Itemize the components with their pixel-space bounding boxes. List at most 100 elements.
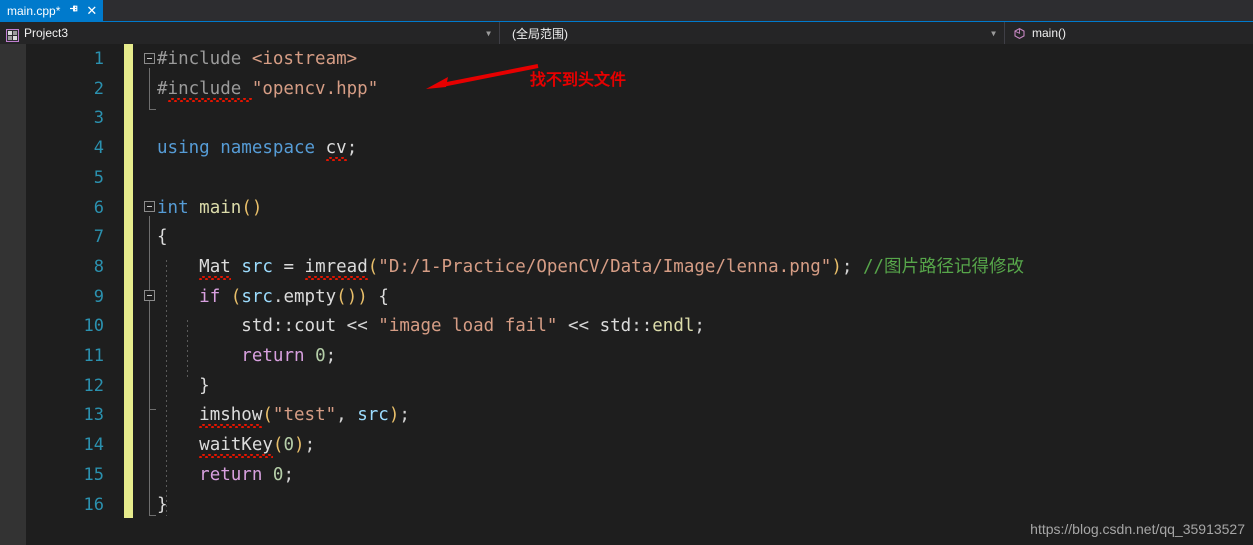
line-number: 14: [83, 435, 104, 456]
fold-bracket-line-if: [149, 305, 150, 410]
code-token: "image load fail": [378, 316, 558, 337]
code-token: <iostream>: [251, 49, 358, 69]
line-number-row: 6: [26, 194, 118, 224]
chevron-down-icon[interactable]: ▼: [991, 22, 996, 44]
project-name: Project3: [24, 26, 69, 40]
project-dropdown[interactable]: Project3 ▼: [0, 22, 500, 44]
code-token: }: [157, 494, 168, 515]
line-number-row: 3: [26, 104, 118, 134]
code-token: ;: [694, 316, 705, 337]
line-number: 13: [83, 405, 104, 426]
code-editor[interactable]: 1 2 3 4 5 6 7 8 9 10 11 12 13 14 15 16 #include <iostre…: [0, 44, 1253, 545]
scope-dropdown[interactable]: (全局范围) ▼: [500, 22, 1005, 44]
code-line[interactable]: }: [157, 491, 168, 521]
code-line[interactable]: return 0;: [157, 461, 294, 491]
project-icon: [6, 27, 19, 42]
code-token: std: [241, 316, 273, 337]
error-squiggle: [304, 275, 368, 280]
code-line[interactable]: #include <iostream>: [157, 45, 357, 75]
error-squiggle: [199, 275, 231, 280]
line-number-row: 12: [26, 372, 118, 402]
code-token: ): [831, 256, 842, 277]
line-number-row: 14: [26, 431, 118, 461]
line-number-gutter: 1 2 3 4 5 6 7 8 9 10 11 12 13 14 15 16: [26, 44, 118, 545]
line-number-row: 1: [26, 45, 118, 75]
error-squiggle: [325, 157, 347, 162]
code-token: <<: [336, 316, 379, 337]
code-token: (: [230, 286, 242, 307]
code-token: =: [272, 256, 305, 277]
visual-studio-editor-window: main.cpp* ✕ Project3 ▼ (全局范围) ▼ main() 1…: [0, 0, 1253, 545]
chevron-down-icon[interactable]: ▼: [486, 22, 491, 44]
fold-bracket-line-include: [149, 68, 150, 110]
code-line[interactable]: imshow("test", src);: [157, 401, 410, 431]
close-icon[interactable]: ✕: [86, 0, 97, 22]
code-token: ;: [325, 346, 337, 366]
code-token: namespace: [220, 138, 316, 159]
fold-toggle-line-1[interactable]: [144, 53, 155, 64]
line-number-row: 2: [26, 75, 118, 105]
fold-toggle-line-6[interactable]: [144, 201, 155, 212]
code-token: 0: [272, 464, 284, 485]
code-token: imshow: [199, 405, 263, 426]
code-token: ;: [841, 256, 863, 277]
code-token: ::: [631, 316, 653, 337]
line-number-row: 9: [26, 283, 118, 313]
code-token: 0: [283, 435, 295, 456]
code-line[interactable]: std::cout << "image load fail" << std::e…: [157, 312, 705, 342]
line-number: 1: [93, 49, 104, 69]
code-line[interactable]: }: [157, 372, 210, 402]
line-number: 2: [93, 78, 104, 99]
code-line[interactable]: int main(): [157, 194, 262, 224]
code-token: src: [241, 286, 273, 307]
arrow-left-icon: [420, 63, 540, 93]
error-squiggle: [199, 424, 263, 429]
code-line[interactable]: if (src.empty()) {: [157, 283, 389, 313]
member-name: main(): [1032, 26, 1067, 40]
code-token: return: [241, 346, 305, 366]
code-token: ): [294, 435, 305, 456]
tab-title: main.cpp*: [7, 4, 61, 18]
line-number: 15: [83, 464, 104, 485]
line-number: 4: [93, 138, 104, 159]
fold-toggle-line-9[interactable]: [144, 290, 155, 301]
code-token: "opencv.hpp": [251, 78, 379, 99]
error-squiggle: [167, 97, 252, 102]
code-line[interactable]: return 0;: [157, 342, 336, 372]
code-token: (): [336, 286, 358, 307]
tab-main-cpp[interactable]: main.cpp* ✕: [0, 0, 104, 22]
code-text-area[interactable]: #include <iostream> #include "opencv.hpp"…: [133, 44, 1253, 545]
line-number-row: 8: [26, 253, 118, 283]
line-number: 16: [83, 494, 104, 515]
code-token: int: [157, 197, 189, 218]
code-token: endl: [652, 316, 695, 337]
pin-icon[interactable]: [68, 0, 79, 22]
code-token: "D:/1-Practice/OpenCV/Data/Image/lenna.p…: [378, 256, 832, 277]
error-squiggle: [199, 454, 274, 459]
code-token: empty: [283, 286, 337, 307]
member-dropdown[interactable]: main(): [1005, 22, 1253, 44]
line-number-row: 15: [26, 461, 118, 491]
line-number: 11: [83, 346, 104, 366]
code-line[interactable]: Mat src = imread("D:/1-Practice/OpenCV/D…: [157, 253, 1024, 283]
watermark: https://blog.csdn.net/qq_35913527: [1030, 521, 1245, 537]
code-token: .: [272, 286, 284, 307]
code-token: ): [388, 405, 400, 426]
code-token: waitKey: [199, 435, 273, 456]
code-token: if: [199, 286, 221, 307]
code-token: imread: [304, 256, 368, 277]
line-number: 5: [93, 167, 104, 188]
line-number-row: 13: [26, 401, 118, 431]
navigation-bar: Project3 ▼ (全局范围) ▼ main(): [0, 22, 1253, 44]
indicator-margin[interactable]: [0, 44, 26, 545]
code-line[interactable]: {: [157, 223, 168, 253]
